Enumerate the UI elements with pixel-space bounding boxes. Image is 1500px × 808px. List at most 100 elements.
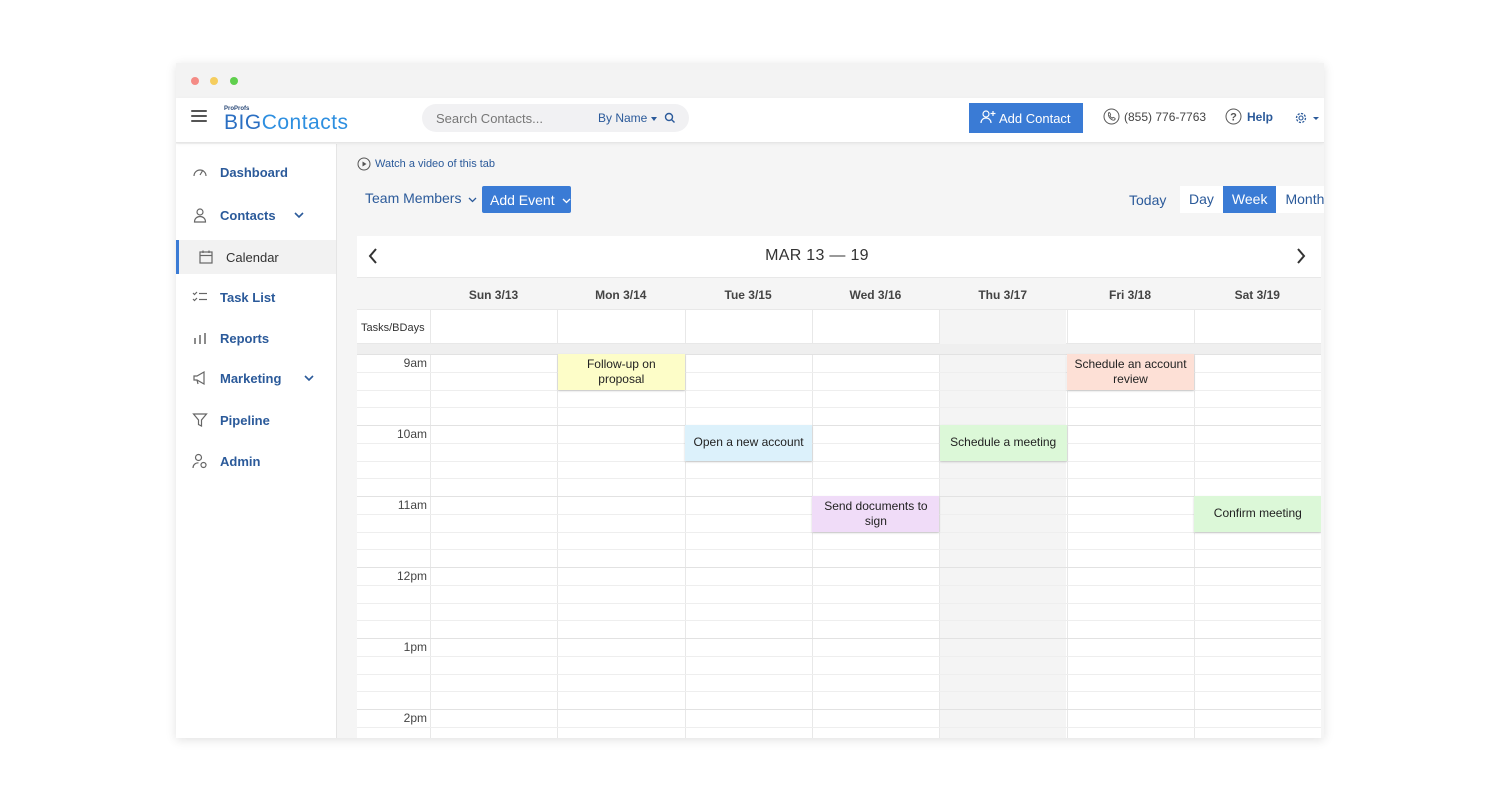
view-month-button[interactable]: Month: [1276, 186, 1324, 213]
sidebar-item-label: Task List: [220, 290, 276, 305]
calendar-icon: [199, 250, 213, 264]
search-filter-dropdown[interactable]: By Name: [598, 111, 658, 125]
day-header[interactable]: Mon 3/14: [557, 288, 684, 302]
grid-row-line: [357, 709, 1321, 710]
user-icon: [193, 208, 207, 223]
day-header[interactable]: Fri 3/18: [1067, 288, 1194, 302]
calendar-event[interactable]: Open a new account: [685, 425, 813, 461]
help-link[interactable]: ? Help: [1225, 108, 1274, 125]
watch-video-link[interactable]: Watch a video of this tab: [357, 157, 495, 171]
sidebar-item-label: Marketing: [220, 371, 282, 386]
phone-number[interactable]: (855) 776-7763: [1103, 108, 1207, 125]
grid-column-line: [430, 310, 431, 344]
grid-column-line: [557, 354, 559, 738]
dashboard-icon: [193, 169, 207, 177]
event-title: Schedule an account review: [1074, 356, 1187, 386]
hamburger-icon[interactable]: [191, 110, 207, 124]
sidebar-item-dashboard[interactable]: Dashboard: [176, 155, 336, 189]
grid-column-line: [811, 310, 813, 344]
add-event-button[interactable]: Add Event: [482, 186, 571, 213]
view-day-button[interactable]: Day: [1180, 186, 1223, 213]
view-switch: Day Week Month: [1180, 186, 1324, 213]
grid-row-line: [357, 638, 1321, 639]
add-contact-button[interactable]: Add Contact: [969, 103, 1083, 133]
team-members-dropdown[interactable]: Team Members: [365, 190, 477, 206]
logo-rest-text: Contacts: [261, 111, 349, 134]
main-content: Watch a video of this tab Team Members A…: [337, 144, 1324, 738]
task-list-icon: [192, 291, 207, 302]
svg-text:?: ?: [1230, 112, 1237, 124]
window-minimize-button[interactable]: [210, 77, 218, 85]
sidebar: Dashboard Contacts Calendar Task List Re…: [176, 144, 337, 738]
megaphone-icon: [193, 370, 205, 386]
grid-column-line: [1193, 310, 1195, 344]
grid-row-line: [357, 567, 1321, 568]
tasks-bdays-label: Tasks/BDays: [361, 322, 425, 334]
sidebar-item-label: Admin: [220, 454, 261, 469]
grid-row-line: [357, 478, 1321, 480]
calendar-header: MAR 13 — 19: [357, 236, 1321, 277]
calendar-event[interactable]: Send documents to sign: [812, 496, 940, 532]
grid-row-line: [357, 655, 1321, 657]
sidebar-item-calendar[interactable]: Calendar: [176, 240, 336, 274]
event-title: Follow-up on proposal: [586, 356, 656, 386]
grid-column-line: [1193, 354, 1195, 738]
phone-text: (855) 776-7763: [1124, 110, 1207, 124]
add-event-label: Add Event: [490, 191, 555, 208]
caret-down-icon: [651, 116, 658, 121]
grid-column-line: [939, 354, 941, 738]
chevron-down-icon[interactable]: [293, 210, 305, 220]
time-grid: 9am 10am 11am 12pm 1pm 2pm Follow-up on propos…: [357, 354, 1321, 738]
logo[interactable]: ProProfs BIGContacts: [224, 106, 374, 136]
phone-icon: [1103, 108, 1120, 125]
day-header[interactable]: Wed 3/16: [812, 288, 939, 302]
window-zoom-button[interactable]: [230, 77, 238, 85]
day-header[interactable]: Thu 3/17: [939, 288, 1066, 302]
help-label: Help: [1247, 110, 1274, 124]
highlighted-day-shade: [939, 310, 1067, 344]
grid-column-line: [1066, 310, 1068, 344]
time-label: 10am: [396, 427, 427, 441]
calendar-event[interactable]: Confirm meeting: [1194, 496, 1321, 532]
all-day-separator: [357, 344, 1321, 354]
bar-chart-icon: [194, 333, 206, 344]
add-user-icon: [980, 110, 996, 124]
sidebar-item-pipeline[interactable]: Pipeline: [176, 403, 336, 437]
sidebar-item-label: Pipeline: [220, 413, 270, 428]
time-label: 9am: [403, 356, 427, 370]
grid-column-line: [684, 354, 686, 738]
grid-column-line: [684, 310, 686, 344]
calendar-event[interactable]: Schedule an account review: [1067, 354, 1194, 390]
chevron-down-icon[interactable]: [303, 373, 315, 383]
day-header-row: Sun 3/13 Mon 3/14 Tue 3/15 Wed 3/16 Thu 3/17…: [357, 277, 1321, 310]
chevron-right-icon[interactable]: [1294, 247, 1308, 265]
grid-column-line: [939, 310, 941, 344]
grid-row-line: [357, 407, 1321, 409]
calendar-event[interactable]: Follow-up on proposal: [557, 354, 685, 390]
day-header[interactable]: Sun 3/13: [430, 288, 557, 302]
grid-column-line: [1066, 354, 1068, 738]
search-icon[interactable]: [664, 112, 676, 124]
today-button[interactable]: Today: [1129, 192, 1166, 208]
window-close-button[interactable]: [191, 77, 199, 85]
grid-row-line: [357, 425, 1321, 426]
add-contact-label: Add Contact: [999, 110, 1071, 126]
day-header[interactable]: Sat 3/19: [1194, 288, 1321, 302]
search-input[interactable]: [436, 109, 586, 127]
sidebar-item-reports[interactable]: Reports: [176, 321, 336, 355]
gear-icon[interactable]: [1293, 109, 1321, 127]
calendar-event[interactable]: Schedule a meeting: [939, 425, 1067, 461]
sidebar-item-contacts[interactable]: Contacts: [176, 198, 336, 232]
top-bar: ProProfs BIGContacts By Name Add Contact…: [176, 98, 1324, 143]
play-icon: [357, 157, 371, 171]
funnel-icon: [192, 413, 208, 427]
sidebar-item-marketing[interactable]: Marketing: [176, 361, 336, 395]
sidebar-item-task-list[interactable]: Task List: [176, 280, 336, 314]
day-header[interactable]: Tue 3/15: [685, 288, 812, 302]
calendar-range-title: MAR 13 — 19: [765, 247, 869, 264]
sidebar-item-admin[interactable]: Admin: [176, 444, 336, 478]
event-title: Schedule a meeting: [950, 435, 1057, 450]
event-title: Send documents to sign: [824, 498, 928, 528]
tasks-bdays-row: Tasks/BDays: [357, 310, 1321, 344]
view-week-button[interactable]: Week: [1222, 186, 1277, 213]
